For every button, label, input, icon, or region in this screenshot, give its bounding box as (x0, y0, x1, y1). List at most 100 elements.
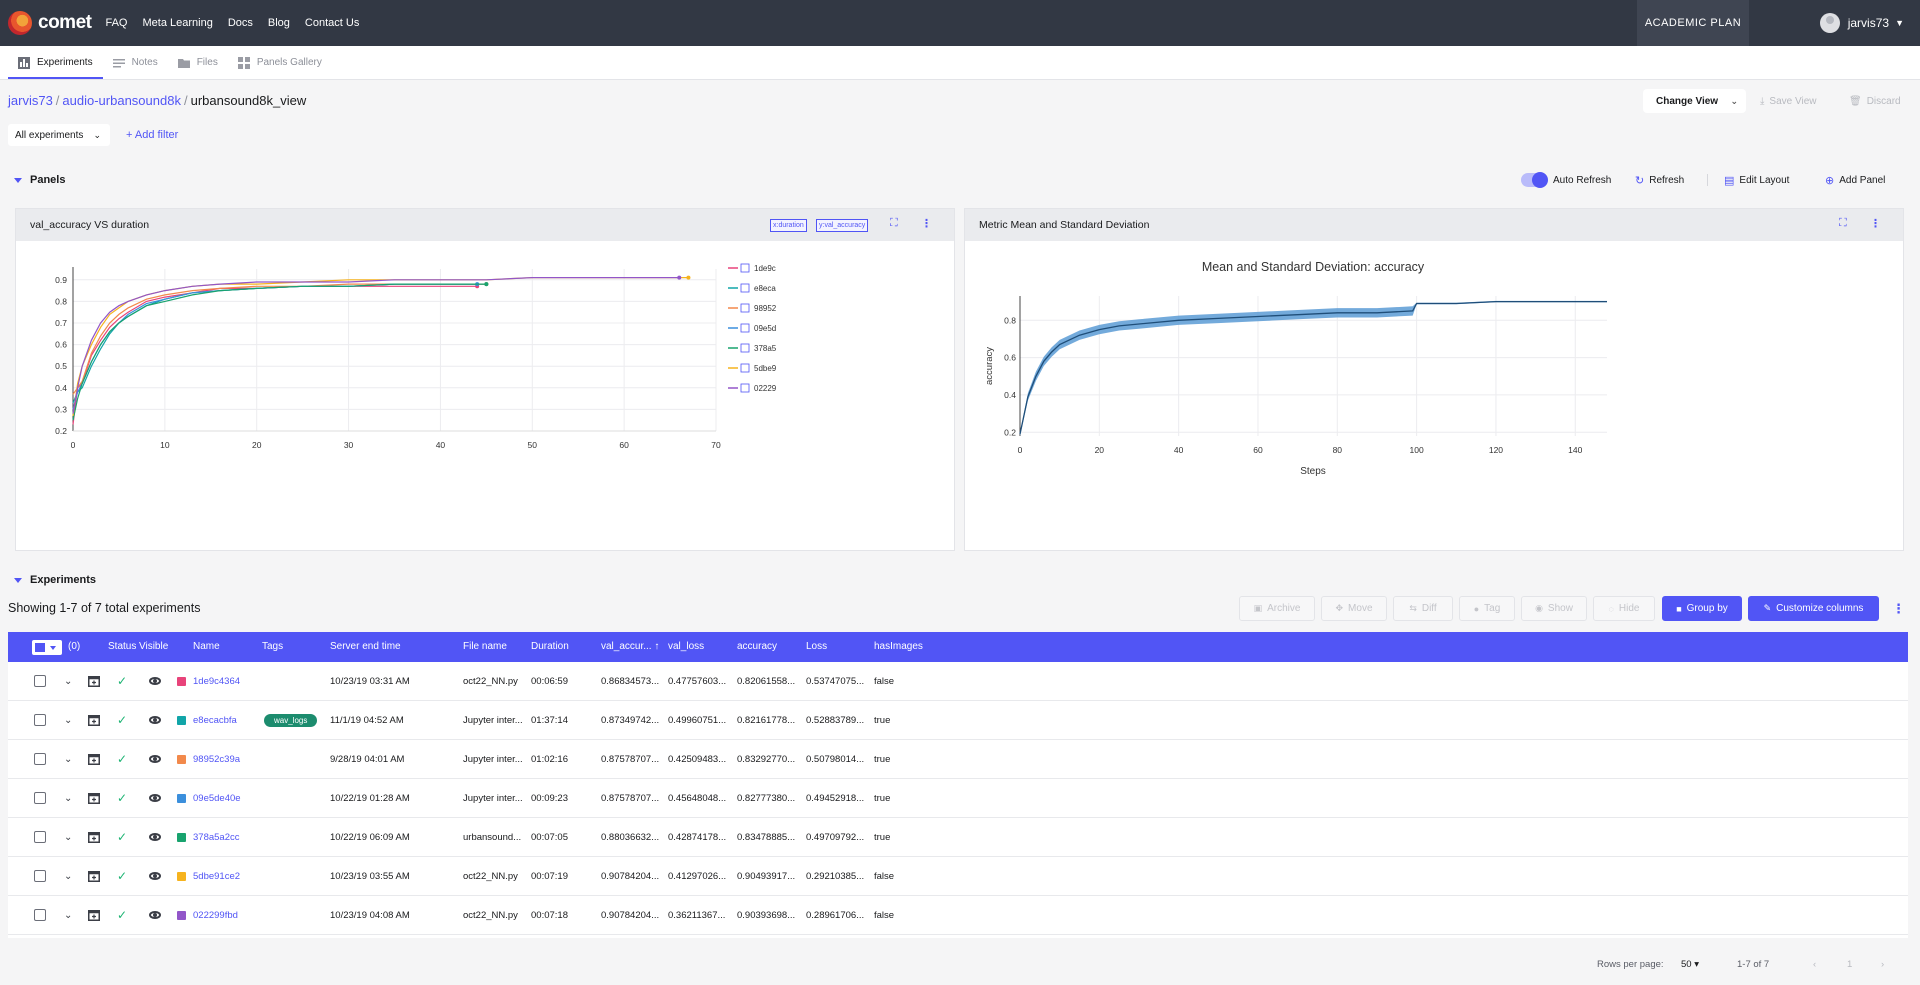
column-header-server-end-time[interactable]: Server end time (330, 641, 401, 652)
open-experiment-icon[interactable] (88, 896, 100, 934)
column-header-val-accuracy[interactable]: val_accur... ↑ (601, 641, 659, 652)
change-view-button[interactable]: Change View ⌄ (1643, 89, 1746, 113)
breadcrumb-project[interactable]: audio-urbansound8k (62, 93, 181, 108)
experiment-color-swatch[interactable] (177, 779, 186, 817)
visibility-eye-icon[interactable] (149, 701, 161, 739)
experiment-filter-select[interactable]: All experiments ⌄ (8, 124, 110, 146)
visibility-eye-icon[interactable] (149, 662, 161, 700)
column-header-file-name[interactable]: File name (463, 641, 507, 652)
row-checkbox[interactable] (34, 779, 46, 817)
visibility-eye-icon[interactable] (149, 779, 161, 817)
experiments-section-toggle[interactable]: Experiments (14, 574, 96, 586)
comet-logo[interactable]: comet (8, 11, 92, 35)
expand-row-icon[interactable]: ⌄ (64, 818, 72, 856)
expand-row-icon[interactable]: ⌄ (64, 896, 72, 934)
table-row[interactable]: ⌄ ✓ 98952c39a 9/28/19 04:01 AM Jupyter inter… (8, 740, 1908, 779)
open-experiment-icon[interactable] (88, 701, 100, 739)
panels-section-toggle[interactable]: Panels (14, 174, 65, 186)
experiment-name-link[interactable]: 1de9c4364 (193, 662, 240, 700)
experiment-color-swatch[interactable] (177, 740, 186, 778)
table-row[interactable]: ⌄ ✓ e8ecacbfa wav_logs 11/1/19 04:52 AM Jupyt… (8, 701, 1908, 740)
experiment-color-swatch[interactable] (177, 701, 186, 739)
expand-row-icon[interactable]: ⌄ (64, 857, 72, 895)
experiment-name-link[interactable]: 378a5a2cc (193, 818, 239, 856)
column-header-has-images[interactable]: hasImages (874, 641, 923, 652)
auto-refresh-toggle[interactable] (1521, 172, 1548, 188)
show-button[interactable]: ◉ Show (1521, 596, 1587, 621)
more-options-icon[interactable]: ⋮ (1892, 601, 1905, 617)
open-experiment-icon[interactable] (88, 818, 100, 856)
expand-row-icon[interactable]: ⌄ (64, 779, 72, 817)
experiment-color-swatch[interactable] (177, 818, 186, 856)
column-header-duration[interactable]: Duration (531, 641, 569, 652)
y-axis-chip[interactable]: y:val_accuracy (816, 219, 869, 232)
add-filter-button[interactable]: + Add filter (126, 129, 178, 141)
table-row[interactable]: ⌄ ✓ 1de9c4364 10/23/19 03:31 AM oct22_NN.py 0… (8, 662, 1908, 701)
expand-row-icon[interactable]: ⌄ (64, 662, 72, 700)
nav-link-contact-us[interactable]: Contact Us (305, 17, 359, 29)
diff-button[interactable]: ⇆ Diff (1393, 596, 1453, 621)
open-experiment-icon[interactable] (88, 857, 100, 895)
expand-row-icon[interactable]: ⌄ (64, 740, 72, 778)
visibility-eye-icon[interactable] (149, 857, 161, 895)
experiment-color-swatch[interactable] (177, 857, 186, 895)
fullscreen-icon[interactable]: ⛶ (890, 217, 898, 230)
visibility-eye-icon[interactable] (149, 740, 161, 778)
row-checkbox[interactable] (34, 896, 46, 934)
row-checkbox[interactable] (34, 701, 46, 739)
experiment-name-link[interactable]: 5dbe91ce2 (193, 857, 240, 895)
customize-columns-button[interactable]: ✎ Customize columns (1748, 596, 1879, 621)
expand-row-icon[interactable]: ⌄ (64, 701, 72, 739)
row-checkbox[interactable] (34, 857, 46, 895)
column-header-loss[interactable]: Loss (806, 641, 827, 652)
save-view-button[interactable]: ⤓ Save View (1760, 89, 1817, 113)
group-by-button[interactable]: ■ Group by (1662, 596, 1742, 621)
refresh-button[interactable]: ↻ Refresh (1635, 173, 1684, 187)
experiment-name-link[interactable]: 022299fbd (193, 896, 238, 934)
visibility-eye-icon[interactable] (149, 818, 161, 856)
open-experiment-icon[interactable] (88, 740, 100, 778)
experiment-name-link[interactable]: 98952c39a (193, 740, 240, 778)
experiment-name-link[interactable]: 09e5de40e (193, 779, 241, 817)
column-header-val-loss[interactable]: val_loss (668, 641, 704, 652)
tab-panels-gallery[interactable]: Panels Gallery (228, 46, 332, 79)
table-row[interactable]: ⌄ ✓ 09e5de40e 10/22/19 01:28 AM Jupyter inte… (8, 779, 1908, 818)
prev-page-icon[interactable]: ‹ (1813, 959, 1816, 970)
column-header-visible[interactable]: Visible (139, 641, 168, 652)
more-options-icon[interactable]: ⋮ (1870, 217, 1881, 230)
table-row[interactable]: ⌄ ✓ 5dbe91ce2 10/23/19 03:55 AM oct22_NN.py 0… (8, 857, 1908, 896)
tab-experiments[interactable]: Experiments (8, 46, 103, 79)
hide-button[interactable]: ◌ Hide (1593, 596, 1655, 621)
x-axis-chip[interactable]: x:duration (770, 219, 807, 232)
edit-layout-button[interactable]: ▤ Edit Layout (1724, 173, 1789, 187)
breadcrumb-workspace[interactable]: jarvis73 (8, 93, 53, 108)
table-row[interactable]: ⌄ ✓ 378a5a2cc 10/22/19 06:09 AM urbansound..… (8, 818, 1908, 857)
table-row[interactable]: ⌄ ✓ 022299fbd 10/23/19 04:08 AM oct22_NN.py 0… (8, 896, 1908, 935)
select-all-checkbox[interactable] (32, 640, 62, 655)
tag-chip[interactable]: wav_logs (264, 701, 318, 739)
archive-button[interactable]: ▣ Archive (1239, 596, 1315, 621)
move-button[interactable]: ✥ Move (1321, 596, 1387, 621)
row-checkbox[interactable] (34, 818, 46, 856)
nav-link-faq[interactable]: FAQ (105, 17, 127, 29)
open-experiment-icon[interactable] (88, 779, 100, 817)
experiment-color-swatch[interactable] (177, 896, 186, 934)
tag-button[interactable]: ● Tag (1459, 596, 1515, 621)
tab-files[interactable]: Files (168, 46, 228, 79)
row-checkbox[interactable] (34, 740, 46, 778)
nav-link-blog[interactable]: Blog (268, 17, 290, 29)
discard-button[interactable]: 🗑 Discard (1849, 89, 1901, 113)
add-panel-button[interactable]: ⊕ Add Panel (1825, 173, 1885, 187)
next-page-icon[interactable]: › (1881, 959, 1884, 970)
column-header-status[interactable]: Status (108, 641, 136, 652)
user-menu[interactable]: jarvis73 ▼ (1819, 0, 1904, 46)
visibility-eye-icon[interactable] (149, 896, 161, 934)
nav-link-meta-learning[interactable]: Meta Learning (142, 17, 212, 29)
nav-link-docs[interactable]: Docs (228, 17, 253, 29)
academic-plan-button[interactable]: ACADEMIC PLAN (1637, 0, 1749, 46)
column-header-accuracy[interactable]: accuracy (737, 641, 777, 652)
tab-notes[interactable]: Notes (103, 46, 168, 79)
more-options-icon[interactable]: ⋮ (921, 217, 932, 230)
open-experiment-icon[interactable] (88, 662, 100, 700)
fullscreen-icon[interactable]: ⛶ (1839, 217, 1847, 230)
